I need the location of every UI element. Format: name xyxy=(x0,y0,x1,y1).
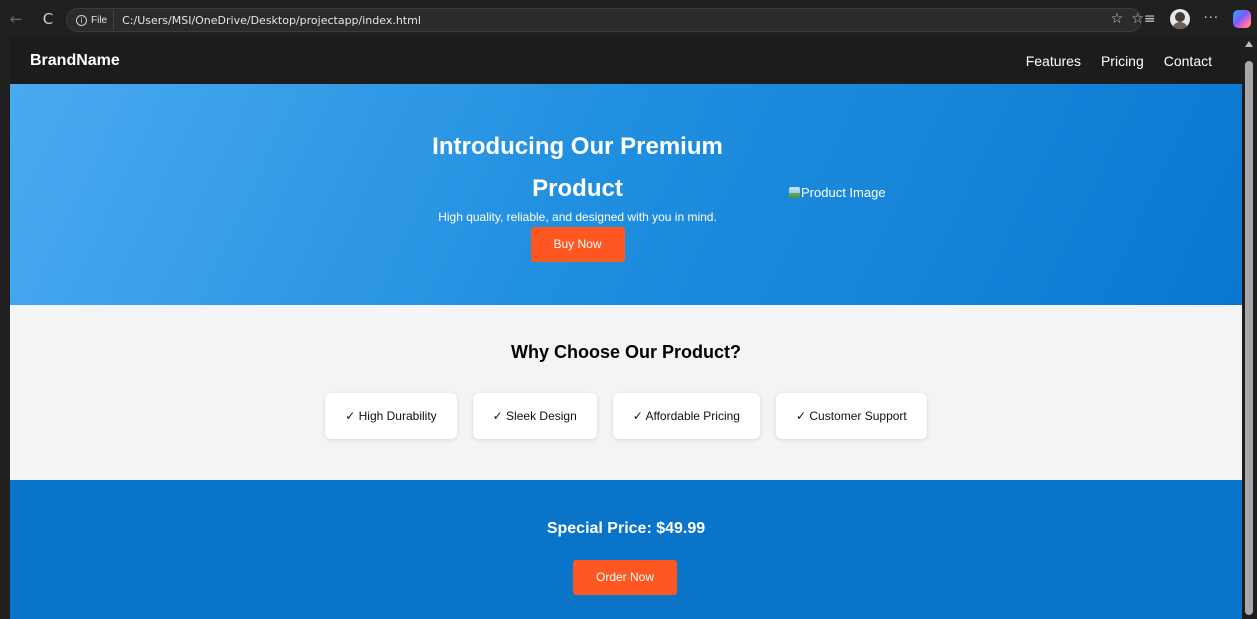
nav-link-contact[interactable]: Contact xyxy=(1164,53,1212,69)
nav-links: Features Pricing Contact xyxy=(1006,53,1212,69)
site-info-button[interactable]: i File xyxy=(73,11,115,29)
features-title: Why Choose Our Product? xyxy=(510,342,741,362)
feature-card-pricing: ✓ Affordable Pricing xyxy=(612,393,760,439)
browser-toolbar: ← C i File C:/Users/MSI/OneDrive/Desktop… xyxy=(0,0,1257,37)
page-viewport: BrandName Features Pricing Contact Intro… xyxy=(10,37,1242,619)
more-icon[interactable]: ··· xyxy=(1204,11,1219,26)
buy-now-button[interactable]: Buy Now xyxy=(530,227,625,262)
star-icon[interactable]: ☆ xyxy=(1110,11,1123,27)
feature-card-support: ✓ Customer Support xyxy=(775,393,927,439)
brand-logo[interactable]: BrandName xyxy=(30,52,120,70)
favorites-icon[interactable]: ☆≡ xyxy=(1131,11,1155,27)
hero-text: Introducing Our Premium Product High qua… xyxy=(415,126,740,262)
file-label: File xyxy=(91,14,108,26)
toolbar-right: ☆≡ ··· xyxy=(1131,0,1257,37)
copilot-icon[interactable] xyxy=(1233,9,1251,28)
profile-avatar[interactable] xyxy=(1169,8,1190,29)
page-scrollbar[interactable] xyxy=(1242,37,1257,619)
feature-card-durability: ✓ High Durability xyxy=(325,393,457,439)
feature-cards: ✓ High Durability ✓ Sleek Design ✓ Affor… xyxy=(10,393,1242,439)
product-image-alt: Product Image xyxy=(801,185,886,200)
info-icon: i xyxy=(76,14,87,26)
scroll-up-icon[interactable] xyxy=(1245,41,1253,47)
product-image: Product Image xyxy=(789,185,886,200)
order-now-button[interactable]: Order Now xyxy=(573,560,677,595)
back-arrow-icon[interactable]: ← xyxy=(5,8,27,30)
address-bar[interactable]: i File C:/Users/MSI/OneDrive/Desktop/pro… xyxy=(66,8,1142,32)
broken-image-icon xyxy=(789,187,800,198)
url-text[interactable]: C:/Users/MSI/OneDrive/Desktop/projectapp… xyxy=(122,14,421,27)
scrollbar-thumb[interactable] xyxy=(1245,61,1253,615)
site-navbar: BrandName Features Pricing Contact xyxy=(10,37,1242,84)
pricing-section: Special Price: $49.99 Order Now xyxy=(10,480,1242,619)
reload-icon[interactable]: C xyxy=(37,8,59,30)
features-section: Why Choose Our Product? ✓ High Durabilit… xyxy=(10,305,1242,480)
hero-title: Introducing Our Premium Product xyxy=(432,133,723,202)
nav-link-features[interactable]: Features xyxy=(1026,53,1081,69)
feature-card-design: ✓ Sleek Design xyxy=(472,393,597,439)
pricing-title: Special Price: $49.99 xyxy=(546,520,706,537)
hero-subtitle: High quality, reliable, and designed wit… xyxy=(438,210,717,224)
nav-link-pricing[interactable]: Pricing xyxy=(1101,53,1144,69)
hero-section: Introducing Our Premium Product High qua… xyxy=(10,84,1242,305)
